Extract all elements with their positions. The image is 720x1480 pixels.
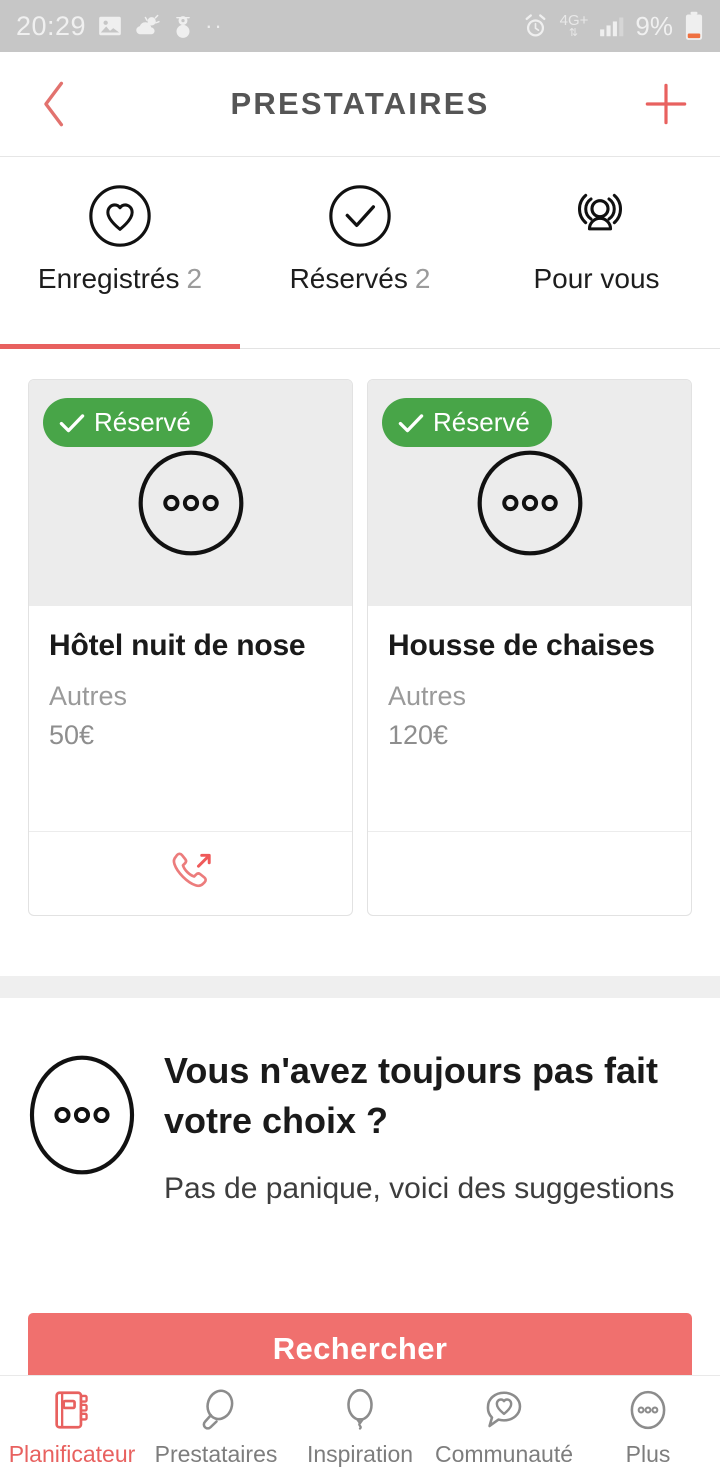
tab-reserves[interactable]: Réservés 2 xyxy=(240,157,480,348)
nav-item-plus[interactable]: Plus xyxy=(576,1384,720,1468)
tab-label: Réservés 2 xyxy=(290,263,431,295)
app-header: PRESTATAIRES xyxy=(0,52,720,157)
signal-bars-icon xyxy=(599,14,624,38)
vendor-card-price: 50€ xyxy=(49,719,95,750)
add-vendor-button[interactable] xyxy=(638,76,694,132)
tab-enregistres[interactable]: Enregistrés 2 xyxy=(0,157,240,348)
back-chevron-icon xyxy=(44,81,64,127)
snowman-icon xyxy=(172,13,194,39)
vendor-card-footer[interactable] xyxy=(368,831,691,915)
check-circle-icon xyxy=(326,179,394,253)
network-type-icon: 4G+ ⇅ xyxy=(560,13,589,39)
battery-low-icon xyxy=(684,11,704,41)
vendor-card-body: Hôtel nuit de nose Autres 50€ xyxy=(29,606,352,831)
nav-label: Plus xyxy=(625,1441,671,1467)
tab-enregistres-label: Enregistrés xyxy=(37,263,180,294)
tab-bar: Enregistrés 2 Réservés 2 Pour vous xyxy=(0,157,720,349)
nav-item-planificateur[interactable]: Planificateur xyxy=(0,1384,144,1468)
tab-reserves-count: 2 xyxy=(414,263,431,294)
nav-label: Prestataires xyxy=(154,1441,278,1467)
two-dots-icon: ·· xyxy=(205,13,224,38)
check-icon xyxy=(59,413,85,433)
status-bar: 20:29 ·· 4G+ ⇅ 9% xyxy=(0,0,720,52)
vendor-card-list: Réservé Hôtel nuit de nose Autres 50€ Ré… xyxy=(0,379,720,916)
active-tab-underline xyxy=(0,344,240,349)
vendor-card[interactable]: Réservé Housse de chaises Autres 120€ xyxy=(367,379,692,916)
suggestion-subtitle: Pas de panique, voici des suggestions xyxy=(164,1172,675,1206)
tab-pour-vous[interactable]: Pour vous xyxy=(480,157,720,348)
tab-pour-vous-label: Pour vous xyxy=(533,263,660,294)
nav-label: Planificateur xyxy=(8,1441,136,1467)
vendor-card[interactable]: Réservé Hôtel nuit de nose Autres 50€ xyxy=(28,379,353,916)
nav-label: Inspiration xyxy=(306,1441,414,1467)
photo-icon xyxy=(97,13,123,39)
tab-label: Pour vous xyxy=(533,263,666,295)
status-badge: Réservé xyxy=(43,398,213,447)
network-arrows-icon: ⇅ xyxy=(568,27,580,39)
vendor-card-image: Réservé xyxy=(368,380,691,606)
ellipsis-circle-placeholder-icon xyxy=(137,449,245,562)
page-title: PRESTATAIRES xyxy=(230,86,490,121)
vendor-card-footer[interactable] xyxy=(29,831,352,915)
suggestion-title: Vous n'avez toujours pas fait votre choi… xyxy=(164,1050,658,1141)
heart-circle-icon xyxy=(86,179,154,253)
vendor-card-image: Réservé xyxy=(29,380,352,606)
nav-label: Communauté xyxy=(434,1441,574,1467)
nav-item-communaute[interactable]: Communauté xyxy=(432,1384,576,1468)
status-bar-right: 4G+ ⇅ 9% xyxy=(522,11,704,42)
vendor-card-body: Housse de chaises Autres 120€ xyxy=(368,606,691,831)
plus-icon xyxy=(645,83,687,125)
nav-item-prestataires[interactable]: Prestataires xyxy=(144,1384,288,1468)
planner-book-icon xyxy=(49,1384,95,1436)
bottom-navigation: Planificateur Prestataires Inspiration C… xyxy=(0,1375,720,1480)
tab-enregistres-count: 2 xyxy=(186,263,203,294)
vendor-card-price: 120€ xyxy=(388,719,449,750)
alarm-icon xyxy=(522,13,549,40)
app-screen: 20:29 ·· 4G+ ⇅ 9% PRESTATAIRES Enregistr… xyxy=(0,0,720,1480)
status-badge: Réservé xyxy=(382,398,552,447)
ellipsis-oval-icon xyxy=(625,1384,671,1436)
network-type-label: 4G+ xyxy=(559,12,589,29)
phone-outgoing-icon[interactable] xyxy=(167,847,215,900)
vendor-cards-area: Réservé Hôtel nuit de nose Autres 50€ Ré… xyxy=(0,349,720,976)
magnifier-icon xyxy=(193,1384,239,1436)
battery-percent-label: 9% xyxy=(635,10,673,41)
section-divider xyxy=(0,976,720,998)
vendor-card-category: Autres xyxy=(49,680,128,711)
status-bar-clock: 20:29 xyxy=(16,10,87,41)
tab-label: Enregistrés 2 xyxy=(38,263,202,295)
status-badge-label: Réservé xyxy=(433,407,530,437)
ellipsis-circle-placeholder-icon xyxy=(476,449,584,562)
status-bar-left: 20:29 ·· xyxy=(16,11,224,42)
person-broadcast-icon xyxy=(566,179,634,253)
vendor-card-title: Housse de chaises xyxy=(388,629,655,662)
nav-item-inspiration[interactable]: Inspiration xyxy=(288,1384,432,1468)
back-button[interactable] xyxy=(26,76,82,132)
weather-icon xyxy=(134,13,161,39)
status-badge-label: Réservé xyxy=(94,407,191,437)
vendor-card-title: Hôtel nuit de nose xyxy=(49,629,306,662)
check-icon xyxy=(398,413,424,433)
tab-reserves-label: Réservés xyxy=(289,263,408,294)
balloon-icon xyxy=(337,1384,383,1436)
speech-heart-icon xyxy=(481,1384,527,1436)
vendor-card-category: Autres xyxy=(388,680,467,711)
